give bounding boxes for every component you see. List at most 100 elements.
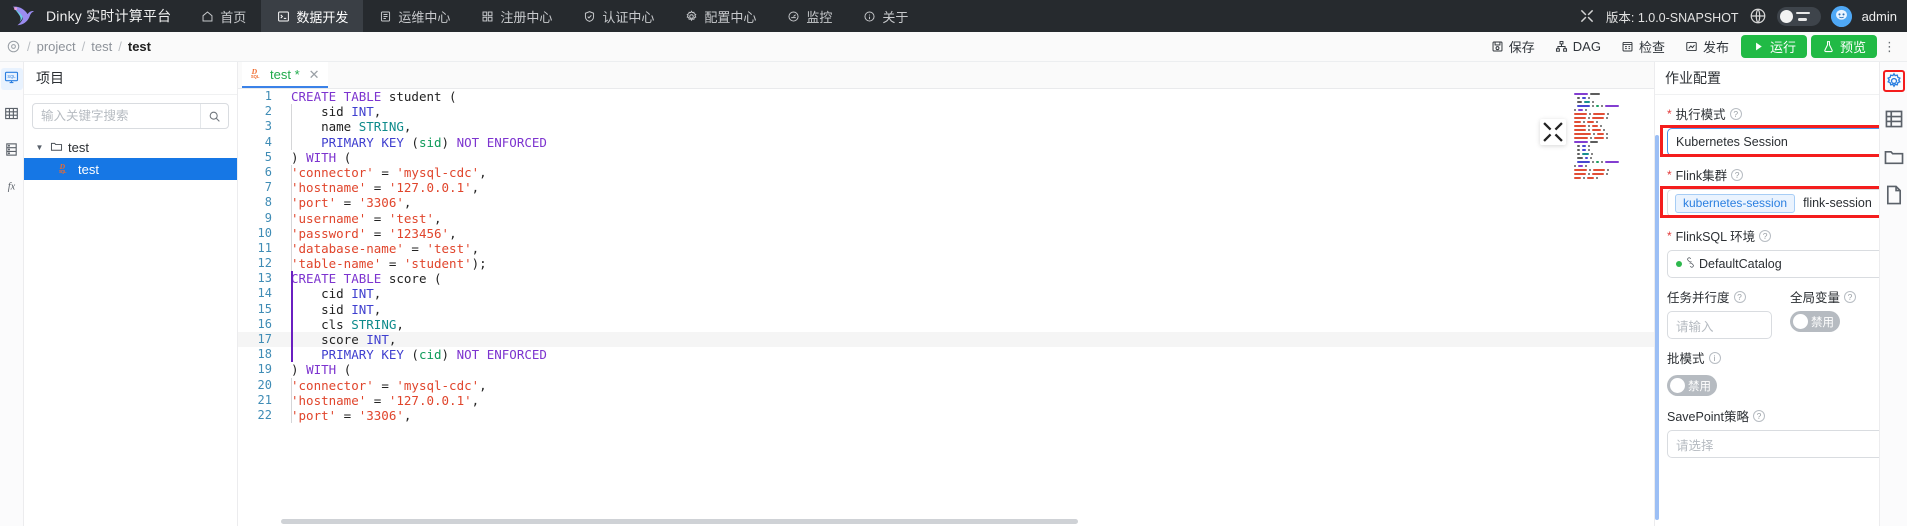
code-token: student ( bbox=[388, 89, 457, 104]
nav-item-auth-center[interactable]: 认证中心 bbox=[567, 0, 669, 32]
search-button[interactable] bbox=[200, 104, 228, 128]
collapse-arrows-icon[interactable] bbox=[1578, 7, 1596, 25]
code-text: name STRING, bbox=[281, 119, 411, 135]
code-token: 'table-name' bbox=[291, 256, 382, 272]
parallelism-input[interactable]: 请输入 bbox=[1667, 311, 1772, 339]
nav-item-about[interactable]: 关于 bbox=[847, 0, 923, 32]
code-token: ( bbox=[403, 134, 419, 150]
flink-cluster-select[interactable]: kubernetes-session flink-session bbox=[1667, 189, 1895, 217]
nav-item-data-development[interactable]: 数据开发 bbox=[261, 0, 364, 32]
code-text: 'connector' = 'mysql-cdc', bbox=[281, 377, 487, 393]
batch-mode-toggle[interactable]: 禁用 bbox=[1667, 375, 1717, 396]
chevron-down-icon[interactable]: ▼ bbox=[34, 143, 45, 152]
breadcrumb-item-folder[interactable]: test bbox=[91, 39, 112, 54]
help-icon[interactable]: ? bbox=[1733, 290, 1746, 303]
line-number: 19 bbox=[257, 362, 272, 377]
play-icon bbox=[1756, 42, 1762, 51]
nav-item-label: 数据开发 bbox=[296, 9, 349, 25]
help-icon[interactable]: ? bbox=[1752, 409, 1765, 422]
check-list-icon bbox=[1622, 41, 1633, 52]
dinky-logo[interactable] bbox=[0, 0, 46, 32]
flinksql-env-select[interactable]: DefaultCatalog ▼ bbox=[1667, 250, 1895, 278]
help-icon[interactable]: ? bbox=[1844, 290, 1857, 303]
help-icon[interactable]: ? bbox=[1729, 107, 1742, 120]
editor-tab-test[interactable]: D SQL test * ✕ bbox=[242, 62, 328, 88]
minimap-segment bbox=[1605, 104, 1619, 108]
nav-item-home[interactable]: 首页 bbox=[185, 0, 261, 32]
code-content[interactable]: 1 CREATE TABLE student (2 sid INT, 3 name … bbox=[238, 89, 1654, 526]
tree-file-node-test[interactable]: D SQL test bbox=[24, 158, 237, 180]
code-line: 10 'password' = '123456', bbox=[238, 225, 1654, 241]
savepoint-select[interactable]: 请选择 ▼ bbox=[1667, 430, 1895, 458]
theme-toggle-switch[interactable] bbox=[1776, 6, 1821, 26]
function-fx-icon: fx bbox=[4, 178, 19, 196]
rail-item-function[interactable]: fx bbox=[1, 176, 23, 198]
code-token: 'student' bbox=[403, 256, 472, 272]
required-asterisk: * bbox=[1667, 167, 1672, 182]
minimap-segment bbox=[1574, 112, 1587, 116]
minimap-segment bbox=[1582, 144, 1586, 148]
username-label[interactable]: admin bbox=[1862, 9, 1897, 24]
run-button[interactable]: 运行 bbox=[1740, 35, 1807, 58]
check-button[interactable]: 检查 bbox=[1613, 36, 1673, 58]
code-text: CREATE TABLE score ( bbox=[281, 271, 442, 287]
nav-item-config-center[interactable]: 配置中心 bbox=[669, 0, 771, 32]
minimap-segment bbox=[1600, 124, 1603, 128]
save-button[interactable]: 保存 bbox=[1483, 36, 1543, 58]
minimap-segment bbox=[1591, 172, 1605, 176]
user-avatar[interactable] bbox=[1830, 5, 1852, 27]
minimap-segment bbox=[1582, 96, 1586, 100]
code-token: '127.0.0.1' bbox=[388, 180, 472, 196]
save-config-icon bbox=[1885, 110, 1902, 128]
gear-icon bbox=[1886, 72, 1901, 88]
horizontal-scrollbar[interactable] bbox=[281, 519, 1566, 526]
code-line: 15 sid INT, bbox=[238, 301, 1654, 317]
field-batch-mode: 批模式 i 禁用 bbox=[1667, 348, 1895, 396]
code-token: 'port' bbox=[291, 195, 337, 211]
rail-item-database[interactable] bbox=[1, 140, 23, 162]
more-options-button[interactable]: ⋮ bbox=[1881, 39, 1899, 55]
nav-item-monitor[interactable]: 监控 bbox=[771, 0, 847, 32]
help-icon[interactable]: ? bbox=[1759, 229, 1772, 242]
code-token: sid bbox=[291, 301, 352, 317]
code-token: = bbox=[373, 164, 397, 180]
globe-language-icon[interactable] bbox=[1749, 7, 1767, 25]
rail-item-table[interactable] bbox=[1, 104, 23, 126]
rail-item-sql-catalog[interactable]: SQL bbox=[0, 68, 23, 90]
nav-item-ops-center[interactable]: 运维中心 bbox=[363, 0, 465, 32]
code-line: 9 'username' = 'test', bbox=[238, 210, 1654, 226]
code-text: 'hostname' = '127.0.0.1', bbox=[281, 180, 479, 196]
indent-guide bbox=[291, 104, 292, 120]
code-token: = bbox=[403, 240, 427, 256]
info-icon[interactable]: i bbox=[1708, 351, 1721, 364]
config-rail-gear[interactable] bbox=[1882, 70, 1905, 92]
minimap-segment bbox=[1592, 168, 1606, 172]
execution-mode-select[interactable]: Kubernetes Session ▼ bbox=[1667, 128, 1895, 156]
config-rail-document[interactable] bbox=[1883, 184, 1905, 206]
code-token: , bbox=[471, 240, 480, 256]
global-variable-toggle[interactable]: 禁用 bbox=[1790, 311, 1840, 332]
dag-button[interactable]: DAG bbox=[1547, 36, 1609, 58]
config-rail-folder[interactable] bbox=[1883, 146, 1905, 168]
left-icon-rail: SQL fx bbox=[0, 62, 24, 526]
cluster-type-tag: kubernetes-session bbox=[1675, 193, 1796, 213]
close-icon[interactable]: ✕ bbox=[305, 67, 320, 83]
code-token: WITH bbox=[306, 362, 337, 378]
minimap-segment bbox=[1577, 104, 1590, 108]
publish-button[interactable]: 发布 bbox=[1677, 36, 1737, 58]
minimap-segment bbox=[1582, 148, 1586, 152]
minimap-segment bbox=[1587, 148, 1590, 152]
code-text: 'table-name' = 'student'); bbox=[281, 256, 487, 272]
code-minimap[interactable] bbox=[1572, 92, 1650, 272]
search-input[interactable] bbox=[33, 104, 200, 128]
config-rail-save[interactable] bbox=[1883, 108, 1905, 130]
tree-folder-node[interactable]: ▼ test bbox=[24, 137, 237, 158]
fullscreen-expand-icon[interactable] bbox=[1540, 119, 1566, 145]
nav-item-register-center[interactable]: 注册中心 bbox=[465, 0, 567, 32]
brand-title: Dinky 实时计算平台 bbox=[46, 8, 172, 24]
help-icon[interactable]: ? bbox=[1731, 168, 1744, 181]
line-number: 6 bbox=[264, 164, 272, 179]
indent-guide bbox=[291, 392, 292, 408]
preview-button[interactable]: 预览 bbox=[1810, 35, 1877, 58]
breadcrumb-item-project[interactable]: project bbox=[37, 39, 76, 54]
